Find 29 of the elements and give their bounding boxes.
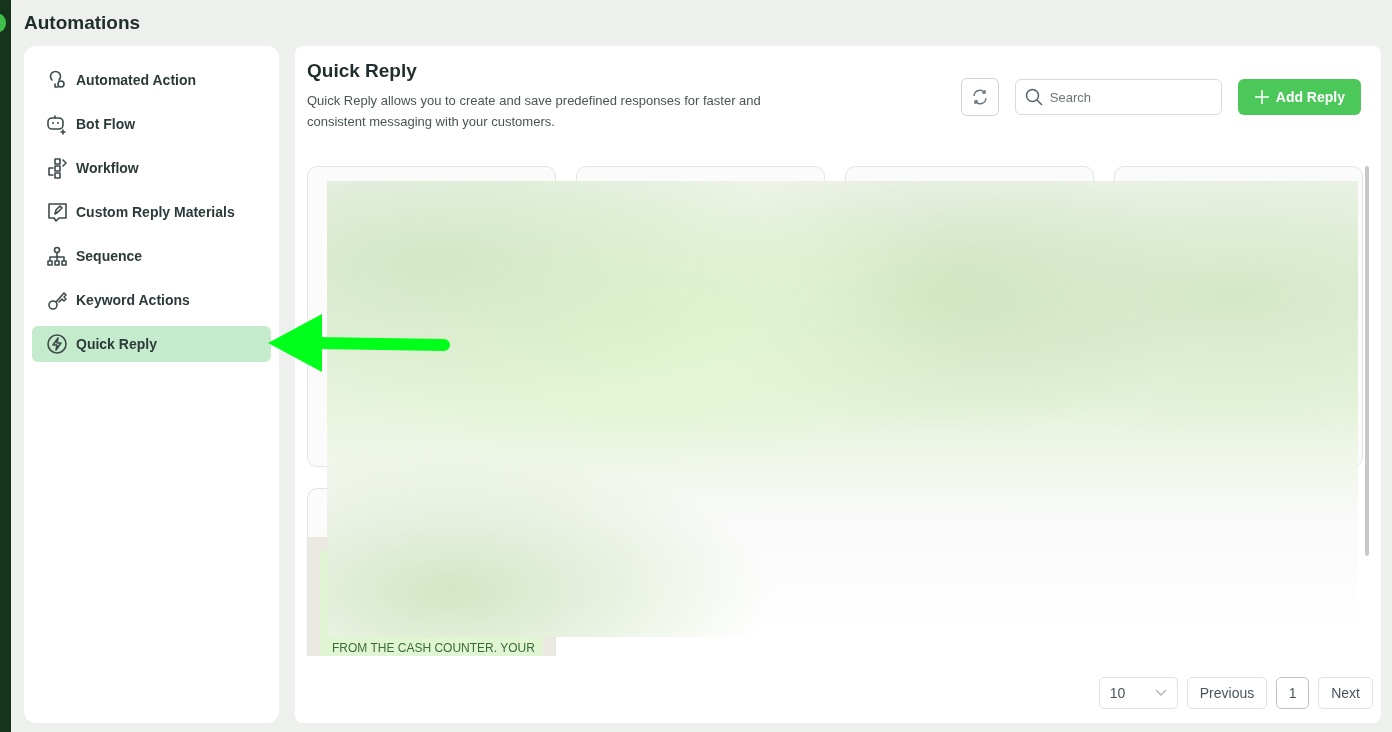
refresh-button[interactable] <box>960 78 999 116</box>
search-icon <box>1024 88 1043 106</box>
pencil-chat-icon <box>46 201 68 223</box>
sidebar-item[interactable]: Sequence <box>32 238 271 274</box>
key-icon <box>46 289 68 311</box>
sidebar-item[interactable]: Automated Action <box>32 62 271 98</box>
sidebar-item[interactable]: Keyword Actions <box>32 282 271 318</box>
sidebar-item[interactable]: Workflow <box>32 150 271 186</box>
hierarchy-icon <box>46 245 68 267</box>
search-field[interactable]: Search <box>1014 79 1222 115</box>
page-size-select[interactable]: 10 <box>1098 677 1178 709</box>
page-title: Automations <box>24 12 142 34</box>
sidebar-item[interactable]: Custom Reply Materials <box>32 194 271 230</box>
chevron-down-icon <box>1154 689 1167 697</box>
refresh-icon <box>970 88 989 106</box>
robot-face-icon <box>46 113 68 135</box>
previous-button[interactable]: Previous <box>1186 677 1268 709</box>
reply-card[interactable]: FROM THE CASH COUNTER. YOUR <box>307 488 556 656</box>
panel-description: Quick Reply allows you to create and save predefined responses for faster and consistent messaging with your customers. <box>307 92 762 131</box>
flow-blocks-icon <box>46 157 68 179</box>
reply-message: FROM THE CASH COUNTER. YOUR <box>320 551 543 656</box>
panel-title: Quick Reply <box>307 60 418 82</box>
sidebar-item[interactable]: Bot Flow <box>32 106 271 142</box>
scrollbar[interactable] <box>1365 166 1369 556</box>
lightning-circle-icon <box>46 333 68 355</box>
page-button[interactable]: 1 <box>1276 677 1310 709</box>
plus-icon <box>1253 89 1270 105</box>
sidebar-item[interactable]: Quick Reply <box>32 326 271 362</box>
next-button[interactable]: Next <box>1318 677 1373 709</box>
